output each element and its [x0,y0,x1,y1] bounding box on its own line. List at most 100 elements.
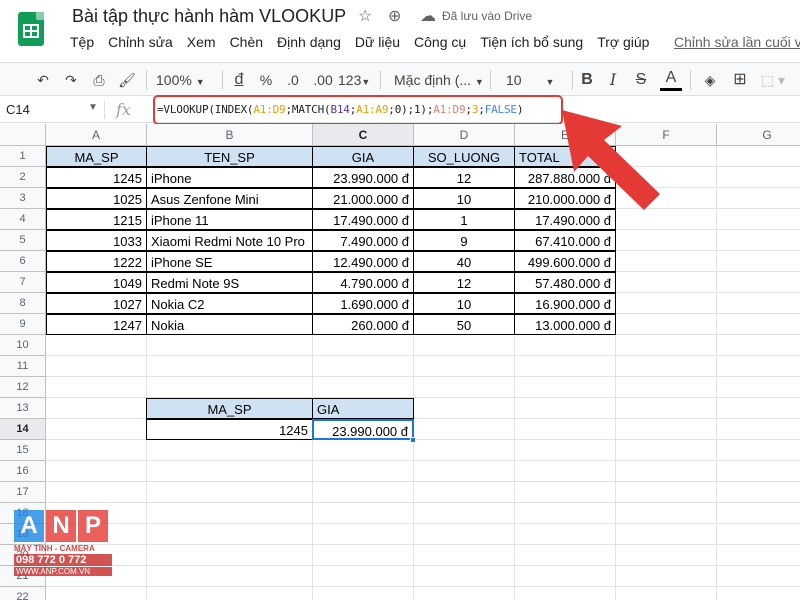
menu-tools[interactable]: Công cụ [414,34,466,50]
column-header-g[interactable]: G [717,124,800,146]
table-cell[interactable]: iPhone [146,167,313,188]
table-header-cell[interactable]: GIA [312,146,414,167]
table-cell[interactable]: 260.000 đ [312,314,414,335]
table-cell[interactable]: 10 [413,293,515,314]
table-cell[interactable]: Redmi Note 9S [146,272,313,293]
last-edit-link[interactable]: Chỉnh sửa lần cuối vài [674,34,800,50]
table-cell[interactable]: 1.690.000 đ [312,293,414,314]
column-header-a[interactable]: A [46,124,147,146]
menu-view[interactable]: Xem [187,34,216,50]
bold-button[interactable]: B [578,69,596,91]
row-header[interactable]: 1 [0,146,46,167]
table-cell[interactable]: 4.790.000 đ [312,272,414,293]
table-header-cell[interactable]: SO_LUONG [413,146,515,167]
table-cell[interactable]: Nokia C2 [146,293,313,314]
table-cell[interactable]: 1245 [46,167,147,188]
document-title[interactable]: Bài tập thực hành hàm VLOOKUP [72,6,346,27]
percent-format-button[interactable]: % [256,69,276,91]
increase-decimal-button[interactable]: .00 [310,69,336,91]
table-cell[interactable]: 1025 [46,188,147,209]
redo-icon[interactable]: ↷ [60,69,82,91]
table-cell[interactable]: 21.000.000 đ [312,188,414,209]
row-header[interactable]: 7 [0,272,46,293]
table-cell[interactable]: 23.990.000 đ [312,167,414,188]
table-header-cell[interactable]: TEN_SP [146,146,313,167]
lookup-result-cell[interactable]: 23.990.000 đ [312,419,414,440]
table-cell[interactable]: 16.900.000 đ [514,293,616,314]
decrease-decimal-button[interactable]: .0 [282,69,304,91]
table-cell[interactable]: 1 [413,209,515,230]
table-cell[interactable]: iPhone 11 [146,209,313,230]
more-formats-button[interactable]: 123▼ [338,69,372,91]
menu-addons[interactable]: Tiện ích bổ sung [480,34,583,50]
row-header[interactable]: 4 [0,209,46,230]
table-cell[interactable]: 9 [413,230,515,251]
undo-icon[interactable]: ↶ [32,69,54,91]
select-all-corner[interactable] [0,124,46,146]
column-header-d[interactable]: D [414,124,515,146]
row-header[interactable]: 12 [0,377,46,398]
table-cell[interactable]: 1027 [46,293,147,314]
paint-format-icon[interactable]: 🖌 [116,69,138,91]
text-color-button[interactable]: A [660,69,682,91]
table-header-cell[interactable]: MA_SP [46,146,147,167]
chevron-down-icon[interactable]: ▼ [88,102,98,113]
table-cell[interactable]: iPhone SE [146,251,313,272]
column-header-c[interactable]: C [313,124,414,146]
table-cell[interactable]: 1247 [46,314,147,335]
spreadsheet-grid[interactable]: A B C D E F G 1 2 3 4 5 6 7 8 9 10 11 12… [0,124,800,600]
row-header[interactable]: 11 [0,356,46,377]
table-cell[interactable]: 40 [413,251,515,272]
table-cell[interactable]: 17.490.000 đ [312,209,414,230]
formula-input[interactable]: =VLOOKUP(INDEX(A1:D9;MATCH(B14;A1:A9;0);… [157,103,523,116]
row-header[interactable]: 22 [0,587,46,600]
table-cell[interactable]: Nokia [146,314,313,335]
borders-icon[interactable]: ⊞ [730,69,750,91]
menu-file[interactable]: Tệp [70,34,94,50]
table-cell[interactable]: 12.490.000 đ [312,251,414,272]
name-box[interactable]: C14 [6,102,30,117]
row-header[interactable]: 3 [0,188,46,209]
table-cell[interactable]: 57.480.000 đ [514,272,616,293]
table-cell[interactable]: 499.600.000 đ [514,251,616,272]
row-header[interactable]: 8 [0,293,46,314]
table-cell[interactable]: 1222 [46,251,147,272]
column-header-b[interactable]: B [147,124,313,146]
row-header[interactable]: 16 [0,461,46,482]
table-cell[interactable]: 12 [413,272,515,293]
row-header[interactable]: 15 [0,440,46,461]
table-cell[interactable]: 1215 [46,209,147,230]
row-header[interactable]: 9 [0,314,46,335]
table-cell[interactable]: 10 [413,188,515,209]
menu-data[interactable]: Dữ liệu [355,34,400,50]
table-cell[interactable]: 7.490.000 đ [312,230,414,251]
table-cell[interactable]: Xiaomi Redmi Note 10 Pro [146,230,313,251]
sheets-logo-icon[interactable] [18,12,44,46]
print-icon[interactable]: ⎙ [88,69,110,91]
row-header[interactable]: 10 [0,335,46,356]
lookup-header-cell[interactable]: GIA [312,398,414,419]
currency-format-button[interactable]: đ [230,69,248,91]
row-header[interactable]: 17 [0,482,46,503]
menu-insert[interactable]: Chèn [230,34,263,50]
star-icon[interactable]: ☆ [358,6,372,26]
font-size-select[interactable]: 10 ▼ [506,69,566,91]
table-cell[interactable]: 50 [413,314,515,335]
fill-handle[interactable] [410,437,416,443]
table-cell[interactable]: 1033 [46,230,147,251]
lookup-input-cell[interactable]: 1245 [146,419,313,440]
menu-edit[interactable]: Chỉnh sửa [108,34,173,50]
merge-cells-icon[interactable]: ⬚ ▾ [758,69,788,91]
table-cell[interactable]: 13.000.000 đ [514,314,616,335]
lookup-header-cell[interactable]: MA_SP [146,398,313,419]
table-cell[interactable]: 12 [413,167,515,188]
table-cell[interactable]: 1049 [46,272,147,293]
strikethrough-button[interactable]: S [632,69,650,91]
row-header[interactable]: 6 [0,251,46,272]
zoom-select[interactable]: 100% ▼ [156,69,216,91]
italic-button[interactable]: I [604,69,622,91]
table-cell[interactable]: Asus Zenfone Mini [146,188,313,209]
move-folder-icon[interactable]: ⊕ [388,6,401,26]
row-header[interactable]: 14 [0,419,46,440]
table-cell[interactable]: 67.410.000 đ [514,230,616,251]
